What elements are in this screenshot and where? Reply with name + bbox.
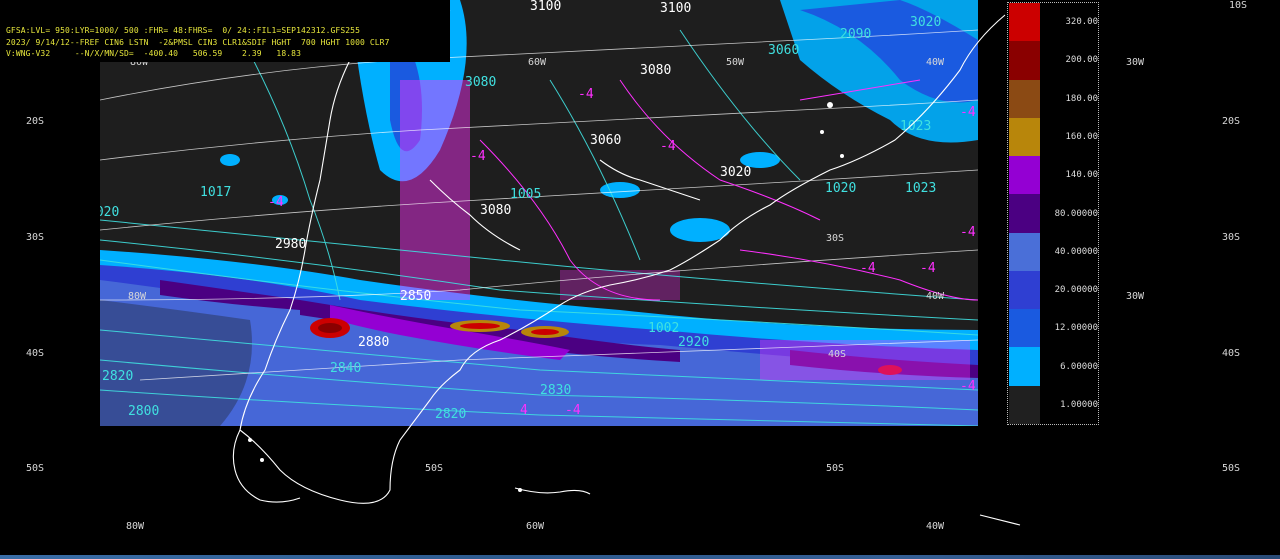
lat-label-inner: 50S	[425, 463, 444, 474]
legend-label: 320.00	[1065, 17, 1098, 28]
height-label: 2850	[400, 289, 432, 304]
lat-label-right: 10S	[1229, 0, 1248, 11]
lon-label-inner: 40W	[926, 57, 945, 68]
height-label: 3100	[530, 0, 562, 14]
isobar-label: 1023	[905, 181, 937, 196]
lifted-index-label: -4	[565, 403, 581, 418]
legend-label: 160.00	[1065, 131, 1098, 142]
legend-label: 180.00	[1065, 93, 1098, 104]
map-panel[interactable]: 1017 1020 1005 1020 1023 1023 1002 2920 …	[100, 0, 978, 426]
lat-label-left: 50S	[26, 463, 45, 474]
legend-label: 1.00000	[1060, 399, 1098, 410]
legend-swatch	[1009, 117, 1040, 157]
gempak-display: { "header": { "line1": "GFSA:LVL= 950:LY…	[0, 0, 1280, 559]
height-label: 2820	[435, 407, 467, 422]
color-legend: 320.00 200.00 180.00 160.00 140.00 80.00000 40…	[1007, 2, 1099, 425]
lat-label-left: 30S	[26, 232, 45, 243]
header-line-3: V:WNG-V32 --N/X/MN/SD= -400.40 506.59 2.…	[6, 49, 301, 58]
lon-label-bottom: 80W	[126, 521, 145, 532]
height-label: 3080	[465, 75, 497, 90]
lifted-index-label: -4	[920, 261, 936, 276]
height-label: 2820	[102, 369, 134, 384]
legend-label: 12.00000	[1054, 323, 1098, 334]
legend-label: 40.00000	[1054, 246, 1098, 257]
lat-label-left: 20S	[26, 116, 45, 127]
isobar-label: 1005	[510, 187, 542, 202]
lon-label-inner: 40W	[926, 291, 945, 302]
height-label: 2920	[678, 335, 710, 350]
height-label: 2830	[540, 383, 572, 398]
taskbar-strip	[0, 555, 1280, 559]
lat-label-left: 40S	[26, 348, 45, 359]
legend-label: 6.00000	[1060, 361, 1098, 372]
header-line-1: GFSA:LVL= 950:LYR=1000/ 500 :FHR= 48:FHR…	[6, 26, 360, 35]
lat-label-right: 40S	[1222, 348, 1241, 359]
lifted-index-label: -4	[960, 105, 976, 120]
lon-label-inner: 60W	[528, 57, 547, 68]
lat-label-inner: 40S	[828, 349, 847, 360]
height-label: 3080	[640, 63, 672, 78]
height-label: 3100	[660, 1, 692, 16]
legend-swatch	[1009, 79, 1040, 118]
lat-label-inner: 30S	[826, 233, 845, 244]
legend-label: 140.00	[1065, 170, 1098, 181]
isobar-label: 1020	[100, 205, 120, 220]
isobar-label: 1023	[900, 119, 932, 134]
lifted-index-label: -4	[470, 149, 486, 164]
height-label: 2980	[275, 237, 307, 252]
legend-swatch	[1009, 232, 1040, 271]
legend-swatch	[1009, 385, 1040, 424]
height-label: 3020	[720, 165, 752, 180]
height-label: 2800	[128, 404, 160, 419]
lon-label-right: 30W	[1126, 57, 1145, 68]
lon-label-bottom: 40W	[926, 521, 945, 532]
legend-label: 20.00000	[1054, 285, 1098, 296]
legend-swatch	[1009, 41, 1040, 80]
isobar-label: 1002	[648, 321, 680, 336]
height-label: 3060	[768, 43, 800, 58]
lifted-index-label: -4	[268, 195, 284, 210]
lifted-index-label: -4	[960, 379, 976, 394]
height-label: 2880	[358, 335, 390, 350]
lon-label-inner: 50W	[726, 57, 745, 68]
height-label: 3080	[480, 203, 512, 218]
legend-swatch	[1009, 270, 1040, 310]
lat-label-right: 30S	[1222, 232, 1241, 243]
lifted-index-label: -4	[960, 225, 976, 240]
height-label: 2840	[330, 361, 362, 376]
legend-label: 80.00000	[1054, 208, 1098, 219]
isobar-label: 1020	[825, 181, 857, 196]
lat-label-right: 50S	[1222, 463, 1241, 474]
lifted-index-label: -4	[578, 87, 594, 102]
lifted-index-label: 4	[520, 403, 528, 418]
lat-label-right: 20S	[1222, 116, 1241, 127]
plot-header: GFSA:LVL= 950:LYR=1000/ 500 :FHR= 48:FHR…	[0, 0, 450, 62]
legend-label: 200.00	[1065, 55, 1098, 66]
legend-swatch	[1009, 347, 1040, 386]
height-label: 3020	[910, 15, 942, 30]
lon-label-right: 30W	[1126, 291, 1145, 302]
lat-label-inner: 50S	[826, 463, 845, 474]
height-label: 2090	[840, 27, 872, 42]
lon-label-inner: 80W	[128, 291, 147, 302]
legend-swatch	[1009, 156, 1040, 195]
height-label: 3060	[590, 133, 622, 148]
legend-swatch	[1009, 309, 1040, 348]
legend-swatch	[1009, 194, 1040, 233]
lon-label-bottom: 60W	[526, 521, 545, 532]
isobar-label: 1017	[200, 185, 232, 200]
header-line-2: 2023/ 9/14/12--FREF CIN6 LSTN -2&PMSL CI…	[6, 38, 390, 47]
lifted-index-label: -4	[860, 261, 876, 276]
lifted-index-label: -4	[660, 139, 676, 154]
legend-swatch	[1009, 3, 1040, 42]
